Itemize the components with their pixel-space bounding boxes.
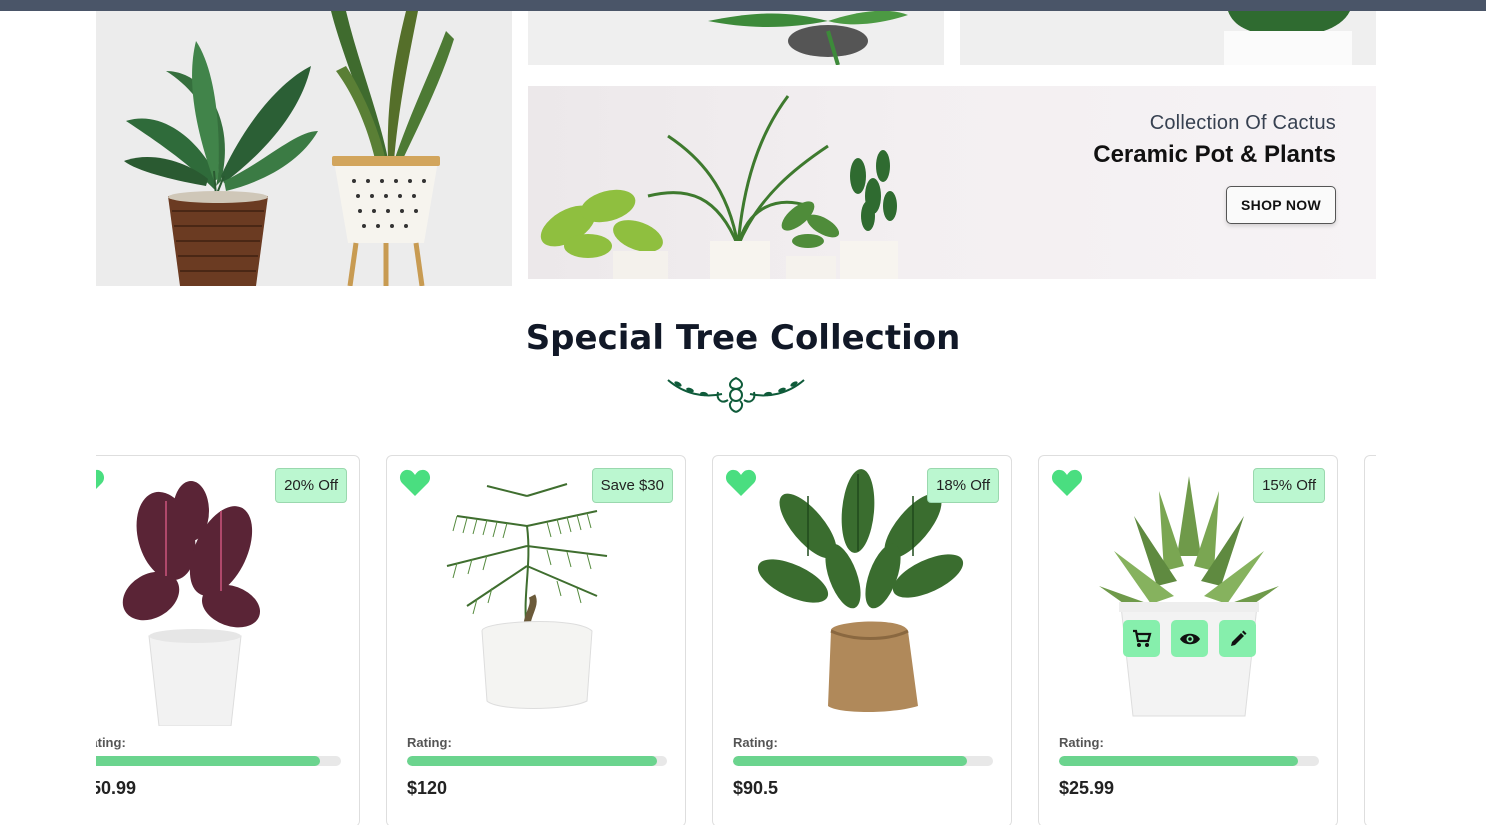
product-actions — [1123, 620, 1256, 657]
rating-label: Rating: — [1059, 735, 1104, 750]
rating-fill — [96, 756, 321, 766]
banner-text-block: Collection Of Cactus Ceramic Pot & Plant… — [1093, 112, 1336, 169]
potted-plant-top-illustration — [1224, 11, 1352, 65]
product-card[interactable]: Save $30 Rating: $120 — [386, 455, 686, 825]
banner-title: Ceramic Pot & Plants — [1093, 141, 1336, 168]
rating-label: Rating: — [407, 735, 452, 750]
discount-badge: 18% Off — [927, 468, 999, 503]
discount-badge: 15% Off — [1253, 468, 1325, 503]
top-nav-strip — [0, 0, 1486, 11]
rating-bar — [733, 756, 993, 766]
rating-fill — [733, 756, 967, 766]
favorite-heart-icon[interactable] — [1051, 468, 1083, 498]
product-price: $25.99 — [1059, 778, 1115, 798]
product-price: $120 — [407, 778, 448, 798]
banner-top-right[interactable] — [960, 11, 1376, 65]
banner-top-middle[interactable] — [528, 11, 944, 65]
rating-bar — [1059, 756, 1319, 766]
edit-button[interactable] — [1219, 620, 1256, 657]
banner-subtitle: Collection Of Cactus — [1149, 112, 1336, 134]
discount-badge: 20% Off — [275, 468, 347, 503]
product-price: $50.99 — [96, 778, 137, 798]
rating-label: Rating: — [96, 735, 126, 750]
favorite-heart-icon[interactable] — [399, 468, 431, 498]
favorite-heart-icon[interactable] — [725, 468, 757, 498]
eye-icon — [1179, 633, 1200, 644]
discount-badge: Save $30 — [591, 468, 673, 503]
rating-fill — [407, 756, 657, 766]
product-card[interactable] — [1364, 455, 1376, 825]
rating-bar — [96, 756, 341, 766]
rating-fill — [1059, 756, 1299, 766]
rating-bar — [407, 756, 667, 766]
product-carousel[interactable]: 20% Off Rating: $50.99 — [96, 440, 1376, 825]
cart-icon — [1132, 629, 1151, 647]
product-price: $90.5 — [733, 778, 779, 798]
quick-view-button[interactable] — [1171, 620, 1208, 657]
promo-banner-ceramic-pots[interactable]: Collection Of Cactus Ceramic Pot & Plant… — [528, 86, 1376, 279]
section-title: Special Tree Collection — [525, 318, 961, 358]
add-to-cart-button[interactable] — [1123, 620, 1160, 657]
product-card[interactable]: 15% Off Rating: $25.99 — [1038, 455, 1338, 825]
banner-plants-left[interactable] — [96, 11, 512, 286]
plant-top-illustration — [708, 11, 908, 65]
favorite-heart-icon[interactable] — [96, 468, 105, 498]
product-card[interactable]: 20% Off Rating: $50.99 — [96, 455, 360, 825]
floral-divider-icon — [667, 376, 805, 413]
potted-plants-illustration — [124, 11, 454, 286]
product-card[interactable]: 18% Off Rating: $90.5 — [712, 455, 1012, 825]
rating-label: Rating: — [733, 735, 778, 750]
shop-now-button[interactable]: SHOP NOW — [1226, 186, 1336, 224]
pencil-icon — [1230, 630, 1246, 646]
